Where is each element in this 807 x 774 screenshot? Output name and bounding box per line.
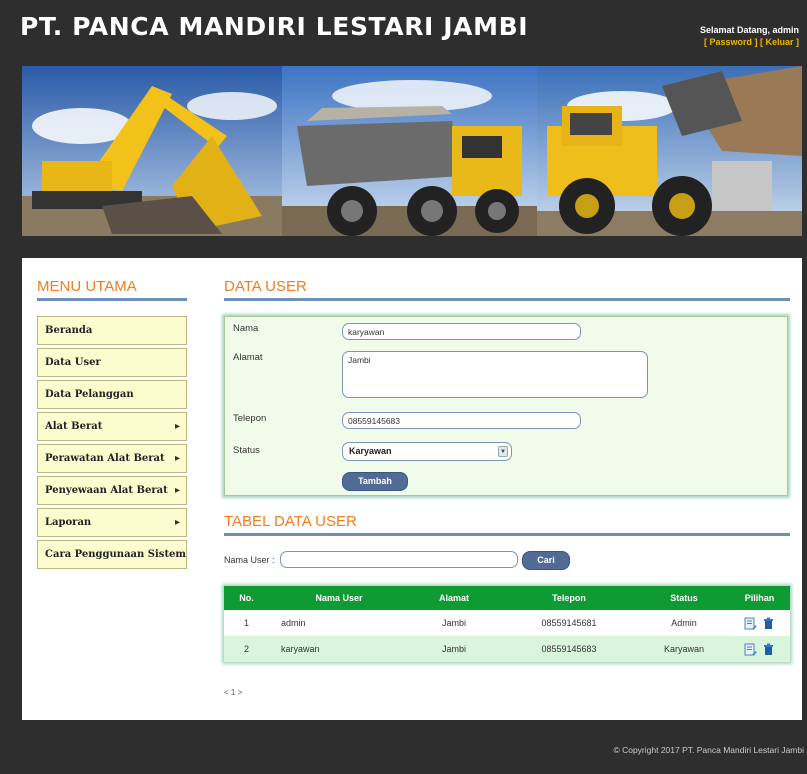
sidebar-item-beranda[interactable]: Beranda [37, 316, 187, 345]
cell-alamat: Jambi [409, 636, 499, 662]
status-select[interactable]: Karyawan ▼ [342, 442, 512, 461]
tambah-button[interactable]: Tambah [342, 472, 408, 491]
sidebar-divider [37, 298, 187, 301]
form-title: DATA USER [224, 278, 307, 295]
cell-alamat: Jambi [409, 610, 499, 636]
edit-icon[interactable] [744, 617, 757, 630]
sidebar-item-label: Alat Berat [45, 421, 103, 432]
status-label: Status [233, 445, 260, 456]
delete-icon[interactable] [762, 617, 775, 630]
table-row: 1 admin Jambi 08559145681 Admin [224, 610, 790, 636]
main-content: MENU UTAMA Beranda Data User Data Pelang… [22, 258, 802, 720]
nama-label: Nama [233, 323, 259, 334]
column-header: No. [224, 586, 269, 610]
chevron-right-icon: ▸ [174, 517, 180, 528]
nama-input[interactable]: karyawan [342, 323, 581, 340]
chevron-right-icon: ▸ [174, 421, 180, 432]
sidebar-item-label: Penyewaan Alat Berat [45, 485, 168, 496]
logout-link[interactable]: [ Keluar ] [760, 37, 799, 47]
search-label: Nama User : [224, 555, 275, 565]
cell-no: 2 [224, 636, 269, 662]
sidebar-item-label: Data User [45, 357, 101, 368]
cari-button[interactable]: Cari [522, 551, 570, 570]
column-header: Alamat [409, 586, 499, 610]
column-header: Nama User [269, 586, 409, 610]
user-table: No. Nama User Alamat Telepon Status Pili… [224, 586, 790, 662]
chevron-right-icon: ▸ [174, 485, 180, 496]
table-row: 2 karyawan Jambi 08559145683 Karyawan [224, 636, 790, 662]
sidebar-item-label: Laporan [45, 517, 92, 528]
table-title-divider [224, 533, 790, 536]
welcome-text: Selamat Datang, admin [699, 25, 799, 35]
sidebar-item-label: Beranda [45, 325, 93, 336]
site-title: PT. PANCA MANDIRI LESTARI JAMBI [20, 12, 529, 41]
sidebar-item-penyewaan-alat-berat[interactable]: Penyewaan Alat Berat ▸ [37, 476, 187, 505]
sidebar-item-data-user[interactable]: Data User [37, 348, 187, 377]
welcome-box: Selamat Datang, admin [ Password ] [ Kel… [700, 24, 799, 48]
table-title: TABEL DATA USER [224, 513, 357, 530]
cell-nama: admin [269, 610, 409, 636]
telepon-input[interactable]: 08559145683 [342, 412, 581, 429]
sidebar-menu: Beranda Data User Data Pelanggan Alat Be… [37, 316, 187, 572]
cell-status: Admin [639, 610, 729, 636]
cell-actions [729, 636, 790, 662]
column-header: Pilihan [729, 586, 790, 610]
column-header: Status [639, 586, 729, 610]
search-input[interactable] [280, 551, 518, 568]
sidebar-item-alat-berat[interactable]: Alat Berat ▸ [37, 412, 187, 441]
edit-icon[interactable] [744, 643, 757, 656]
alamat-textarea[interactable]: Jambi [342, 351, 648, 398]
pagination[interactable]: < 1 > [224, 688, 242, 697]
footer-copyright: © Copyright 2017 PT. Panca Mandiri Lesta… [613, 745, 804, 755]
sidebar-item-label: Perawatan Alat Berat [45, 453, 165, 464]
chevron-down-icon: ▼ [498, 446, 508, 457]
alamat-label: Alamat [233, 352, 263, 363]
account-links: [ Password ] [ Keluar ] [700, 36, 799, 48]
cell-nama: karyawan [269, 636, 409, 662]
header-banner-image [22, 66, 802, 236]
delete-icon[interactable] [762, 643, 775, 656]
sidebar-item-label: Cara Penggunaan Sistem [45, 549, 187, 560]
sidebar-item-laporan[interactable]: Laporan ▸ [37, 508, 187, 537]
cell-telepon: 08559145683 [499, 636, 639, 662]
form-title-divider [224, 298, 790, 301]
user-form: Nama karyawan Alamat Jambi Telepon 08559… [224, 316, 788, 496]
table-header-row: No. Nama User Alamat Telepon Status Pili… [224, 586, 790, 610]
password-link[interactable]: [ Password ] [704, 37, 758, 47]
sidebar-item-label: Data Pelanggan [45, 389, 134, 400]
cell-actions [729, 610, 790, 636]
telepon-label: Telepon [233, 413, 267, 424]
sidebar-item-cara-penggunaan-sistem[interactable]: Cara Penggunaan Sistem [37, 540, 187, 569]
cell-telepon: 08559145681 [499, 610, 639, 636]
column-header: Telepon [499, 586, 639, 610]
cell-no: 1 [224, 610, 269, 636]
sidebar-item-data-pelanggan[interactable]: Data Pelanggan [37, 380, 187, 409]
header: PT. PANCA MANDIRI LESTARI JAMBI Selamat … [0, 0, 807, 62]
sidebar-title: MENU UTAMA [37, 278, 137, 295]
sidebar-item-perawatan-alat-berat[interactable]: Perawatan Alat Berat ▸ [37, 444, 187, 473]
chevron-right-icon: ▸ [174, 453, 180, 464]
cell-status: Karyawan [639, 636, 729, 662]
status-select-value: Karyawan [349, 446, 392, 456]
